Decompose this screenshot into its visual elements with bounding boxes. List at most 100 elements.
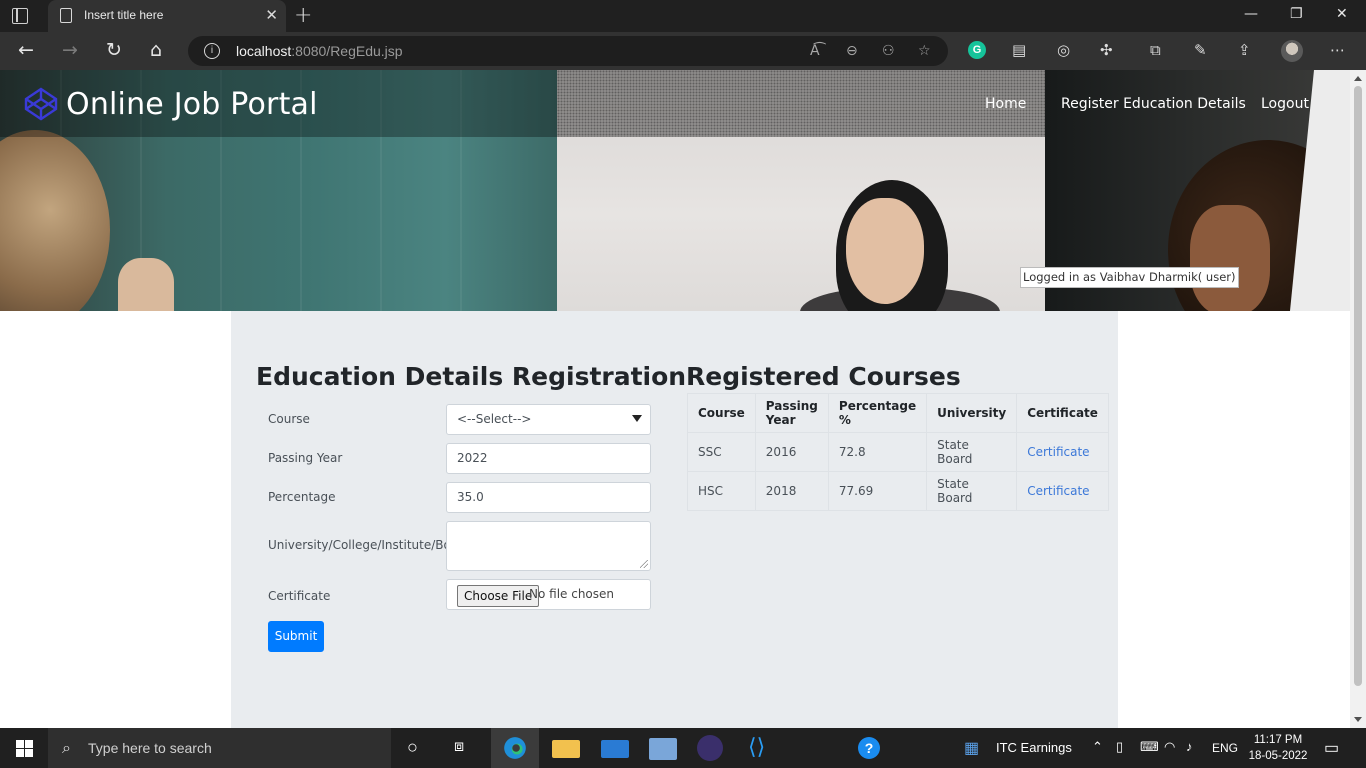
- home-icon[interactable]: ⌂: [150, 39, 162, 61]
- share-icon[interactable]: ⇪: [1238, 41, 1251, 59]
- navbar-texture: [557, 70, 1045, 137]
- add-favorite-icon[interactable]: ☆: [918, 43, 931, 59]
- clock-date: 18-05-2022: [1248, 750, 1308, 762]
- vscode-icon[interactable]: ⟨⟩: [748, 734, 765, 760]
- tab-title: Insert title here: [84, 8, 164, 22]
- certificate-cell: Certificate: [1016, 432, 1109, 472]
- tab-actions-icon[interactable]: [12, 8, 28, 24]
- close-window-icon[interactable]: ✕: [1336, 6, 1348, 22]
- table-header-row: Course Passing Year Percentage % Univers…: [687, 393, 1109, 433]
- record-extension-icon[interactable]: ◎: [1057, 41, 1070, 59]
- new-tab-icon[interactable]: +: [294, 3, 312, 28]
- form-title: Education Details Registration: [256, 362, 687, 391]
- volume-icon[interactable]: ♪: [1186, 739, 1193, 754]
- scroll-thumb[interactable]: [1354, 86, 1362, 686]
- submit-button[interactable]: Submit: [268, 621, 324, 652]
- university-textarea[interactable]: [446, 521, 651, 571]
- stock-widget-text[interactable]: ITC Earnings: [996, 740, 1072, 755]
- taskbar-search[interactable]: ⌕ Type here to search: [48, 728, 391, 768]
- notification-icon[interactable]: ▭: [1324, 738, 1339, 758]
- search-icon: ⌕: [62, 738, 71, 757]
- percentage-placeholder: 35.0: [457, 490, 484, 504]
- more-menu-icon[interactable]: ⋯: [1330, 41, 1345, 59]
- certificate-link[interactable]: Certificate: [1027, 484, 1089, 498]
- year-cell: 2018: [754, 471, 829, 511]
- nav-home[interactable]: Home: [985, 96, 1026, 112]
- hero-banner: Online Job Portal Home Register Educatio…: [0, 70, 1350, 311]
- minimize-icon[interactable]: —: [1244, 6, 1258, 22]
- cortana-icon[interactable]: ○: [407, 737, 418, 758]
- read-aloud-icon[interactable]: A͡: [810, 43, 820, 59]
- edge-icon: [504, 737, 526, 759]
- task-view-icon[interactable]: ⧈: [454, 738, 464, 756]
- site-info-icon[interactable]: i: [204, 43, 220, 59]
- forward-icon[interactable]: →: [62, 39, 78, 61]
- eclipse-icon[interactable]: [697, 735, 723, 761]
- logged-in-status: Logged in as Vaibhav Dharmik( user): [1020, 267, 1239, 288]
- percentage-cell: 77.69: [827, 471, 928, 511]
- wifi-icon[interactable]: ◠: [1164, 739, 1175, 755]
- scroll-up-icon[interactable]: [1354, 76, 1362, 81]
- nav-register-education[interactable]: Register Education Details: [1061, 96, 1246, 112]
- profile-avatar[interactable]: [1281, 40, 1303, 62]
- system-clock[interactable]: 11:17 PM 18-05-2022: [1246, 732, 1310, 764]
- close-tab-icon[interactable]: ✕: [265, 6, 278, 24]
- mail-icon[interactable]: [601, 740, 629, 758]
- column-header: Passing Year: [754, 393, 829, 433]
- column-header: Certificate: [1016, 393, 1109, 433]
- registered-courses-table: Course Passing Year Percentage % Univers…: [687, 393, 1109, 511]
- search-placeholder: Type here to search: [88, 740, 212, 756]
- resize-grip-icon[interactable]: [640, 560, 648, 568]
- browser-tab[interactable]: Insert title here ✕: [48, 0, 286, 32]
- nav-logout[interactable]: Logout: [1261, 96, 1309, 112]
- refresh-icon[interactable]: ↻: [106, 39, 122, 61]
- percentage-input[interactable]: 35.0: [446, 482, 651, 513]
- site-brand[interactable]: Online Job Portal: [24, 84, 318, 124]
- university-label: University/College/Institute/Board: [268, 538, 471, 552]
- url-text[interactable]: localhost:8080/RegEdu.jsp: [236, 43, 403, 59]
- browser-tab-bar: Insert title here ✕ + — ❐ ✕: [0, 0, 1366, 32]
- course-label: Course: [268, 412, 310, 426]
- collections-icon[interactable]: ⧉: [1150, 41, 1161, 59]
- page-scrollbar[interactable]: [1350, 70, 1366, 728]
- column-header: University: [926, 393, 1018, 433]
- extensions-puzzle-icon[interactable]: ✣: [1100, 41, 1113, 59]
- courses-title: Registered Courses: [686, 362, 961, 391]
- choose-file-button[interactable]: Choose File: [457, 585, 540, 607]
- hero-person-right-face: [1190, 205, 1270, 311]
- web-capture-icon[interactable]: ✎: [1194, 41, 1207, 59]
- web-page: Online Job Portal Home Register Educatio…: [0, 70, 1350, 728]
- certificate-file-input[interactable]: Choose File No file chosen: [446, 579, 651, 610]
- extension-icon[interactable]: ▤: [1012, 41, 1026, 59]
- scroll-down-icon[interactable]: [1354, 717, 1362, 722]
- app-available-icon[interactable]: ⚇: [882, 43, 895, 59]
- zoom-out-icon[interactable]: ⊖: [846, 43, 858, 59]
- codepen-logo-icon: [24, 87, 58, 121]
- browser-toolbar: ← → ↻ ⌂ i localhost:8080/RegEdu.jsp A͡ ⊖…: [0, 32, 1366, 70]
- percentage-cell: 72.8: [827, 432, 928, 472]
- column-header: Course: [687, 393, 756, 433]
- control-panel-icon[interactable]: [649, 738, 677, 760]
- tray-expand-icon[interactable]: ⌃: [1092, 739, 1103, 755]
- percentage-label: Percentage: [268, 490, 336, 504]
- back-icon[interactable]: ←: [18, 39, 34, 61]
- tray-input-icon[interactable]: ⌨: [1140, 739, 1159, 755]
- university-cell: State Board: [926, 471, 1018, 511]
- certificate-label: Certificate: [268, 589, 331, 603]
- windows-start-icon[interactable]: [16, 740, 33, 757]
- passing-year-input[interactable]: 2022: [446, 443, 651, 474]
- passing-year-label: Passing Year: [268, 451, 343, 465]
- file-explorer-icon[interactable]: [552, 740, 580, 758]
- help-icon[interactable]: ?: [858, 737, 880, 759]
- course-select[interactable]: <--Select-->: [446, 404, 651, 435]
- brand-name: Online Job Portal: [66, 86, 318, 122]
- edge-taskbar-icon[interactable]: [491, 728, 539, 768]
- restore-icon[interactable]: ❐: [1290, 6, 1303, 22]
- certificate-link[interactable]: Certificate: [1027, 445, 1089, 459]
- grammarly-extension-icon[interactable]: G: [968, 41, 986, 59]
- language-indicator[interactable]: ENG: [1212, 741, 1238, 755]
- tray-device-icon[interactable]: ▯: [1116, 739, 1123, 755]
- address-bar[interactable]: i localhost:8080/RegEdu.jsp A͡ ⊖ ⚇ ☆: [188, 36, 948, 66]
- stock-widget-icon[interactable]: ▦: [964, 738, 979, 758]
- file-status: No file chosen: [529, 587, 615, 601]
